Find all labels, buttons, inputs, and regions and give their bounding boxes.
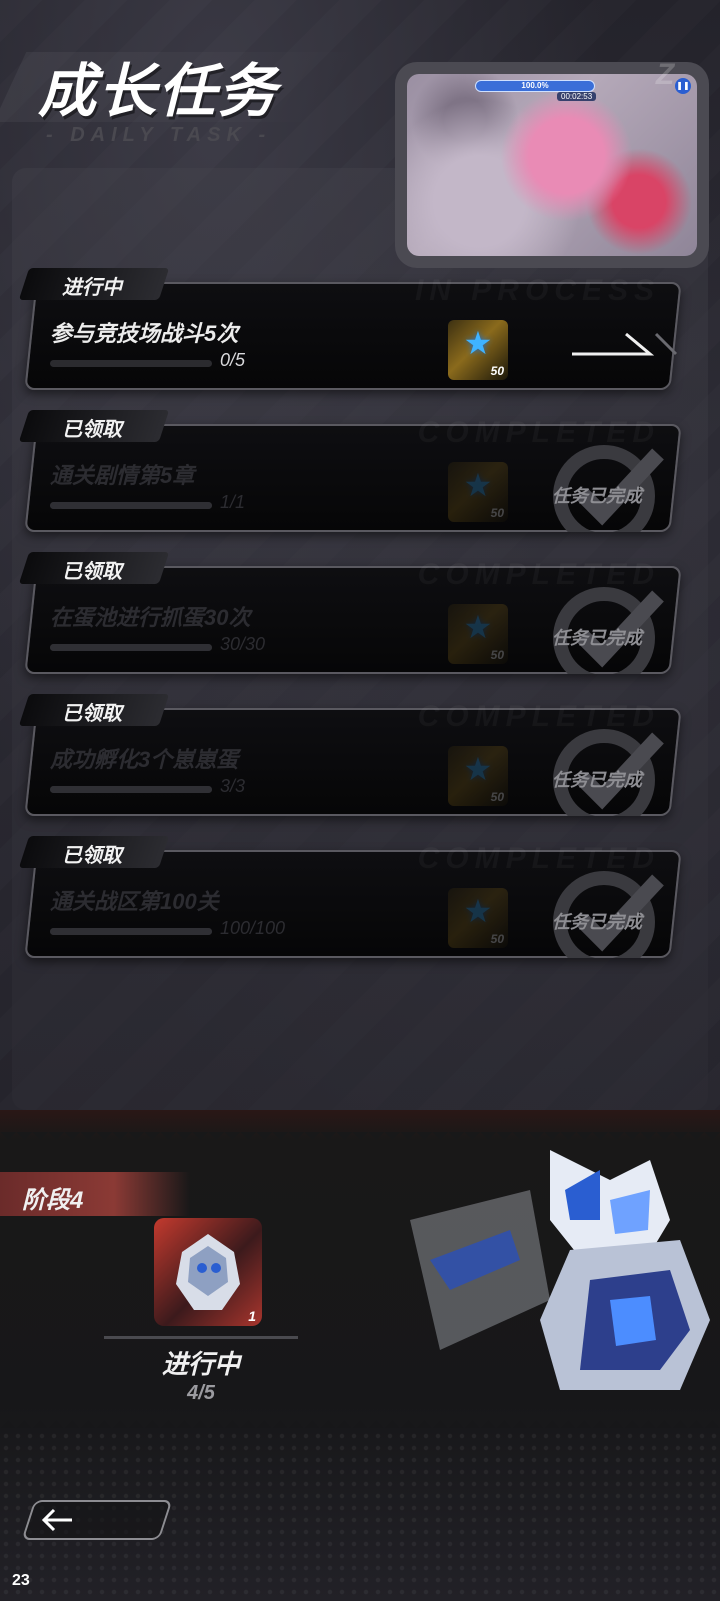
go-arrow-icon[interactable] — [570, 330, 680, 360]
reward-quantity: 50 — [490, 790, 504, 804]
task-reward: ★ 50 — [448, 746, 508, 806]
task-item: IN PROCESS 进行中 参与竞技场战斗5次 0/5 ★ 50 — [18, 268, 682, 394]
blue-star-icon: ★ — [463, 609, 493, 645]
task-progress-fill — [50, 502, 212, 509]
task-card-watermark: IN PROCESS — [415, 274, 660, 308]
task-progress-text: 0/5 — [220, 350, 246, 370]
blue-star-icon: ★ — [463, 751, 493, 787]
task-name: 通关剧情第5章 — [50, 463, 195, 488]
task-status-label: 已领取 — [62, 561, 122, 583]
corner-number: 23 — [12, 1572, 30, 1589]
task-progress-text: 100/100 — [220, 918, 286, 938]
task-item: COMPLETED 已领取 在蛋池进行抓蛋30次 30/30 ★ 50 任务已完… — [18, 552, 682, 678]
task-reward: ★ 50 — [448, 888, 508, 948]
zigzag-divider-bottom — [0, 1412, 720, 1428]
blue-star-icon: ★ — [463, 467, 493, 503]
task-done-label: 任务已完成 — [552, 628, 642, 648]
blue-star-icon: ★ — [463, 893, 493, 929]
arrow-left-icon[interactable] — [42, 1506, 74, 1534]
task-done-label: 任务已完成 — [552, 486, 642, 506]
task-progress-fill — [50, 928, 212, 935]
task-name: 参与竞技场战斗5次 — [50, 321, 239, 346]
stage-divider — [104, 1336, 298, 1339]
task-reward: ★ 50 — [448, 320, 508, 380]
video-hud-progress: 100.0% — [475, 80, 595, 92]
task-name: 通关战区第100关 — [50, 889, 219, 914]
reward-quantity: 50 — [490, 364, 504, 378]
task-done-label: 任务已完成 — [552, 770, 642, 790]
video-frame[interactable]: 100.0% 00:02:53 ❚❚ — [407, 74, 697, 256]
mech-reward-icon — [176, 1234, 240, 1310]
task-progress-bar — [50, 360, 212, 367]
reward-quantity: 50 — [490, 648, 504, 662]
task-status-label: 已领取 — [62, 845, 122, 867]
task-name: 成功孵化3个崽崽蛋 — [50, 747, 239, 772]
game-logo-icon: Z — [655, 58, 675, 91]
stage-reward-card[interactable]: 1 — [154, 1218, 262, 1326]
task-item: COMPLETED 已领取 通关剧情第5章 1/1 ★ 50 任务已完成 — [18, 410, 682, 536]
task-status-label: 进行中 — [62, 277, 122, 299]
video-hud-timer: 00:02:53 — [557, 92, 597, 101]
page-title: 成长任务 — [38, 59, 279, 124]
task-progress-text: 30/30 — [220, 634, 266, 654]
task-progress-bar — [50, 786, 212, 793]
task-status-label: 已领取 — [62, 419, 122, 441]
task-item: COMPLETED 已领取 成功孵化3个崽崽蛋 3/3 ★ 50 任务已完成 — [18, 694, 682, 820]
task-progress-bar — [50, 928, 212, 935]
page-subtitle: - DAILY TASK - — [46, 124, 272, 146]
task-name: 在蛋池进行抓蛋30次 — [50, 605, 251, 630]
task-progress-bar — [50, 644, 212, 651]
stage-label: 阶段4 — [22, 1187, 84, 1214]
task-progress-bar — [50, 502, 212, 509]
stage-progress-text: 4/5 — [187, 1382, 215, 1404]
task-progress-fill — [50, 644, 212, 651]
task-progress-text: 3/3 — [220, 776, 246, 796]
stage-status: 进行中 — [161, 1349, 240, 1379]
task-progress-text: 1/1 — [220, 492, 246, 512]
zigzag-divider — [0, 1132, 720, 1148]
stage-reward-count: 1 — [248, 1308, 256, 1324]
mech-character-icon — [410, 1150, 710, 1390]
task-progress-fill — [50, 786, 212, 793]
reward-quantity: 50 — [490, 932, 504, 946]
task-done-label: 任务已完成 — [552, 912, 642, 932]
task-item: COMPLETED 已领取 通关战区第100关 100/100 ★ 50 任务已… — [18, 836, 682, 962]
blue-star-icon: ★ — [463, 325, 493, 361]
task-reward: ★ 50 — [448, 462, 508, 522]
video-preview[interactable]: 100.0% 00:02:53 ❚❚ Z — [395, 58, 709, 268]
task-status-label: 已领取 — [62, 703, 122, 725]
task-reward: ★ 50 — [448, 604, 508, 664]
reward-quantity: 50 — [490, 506, 504, 520]
